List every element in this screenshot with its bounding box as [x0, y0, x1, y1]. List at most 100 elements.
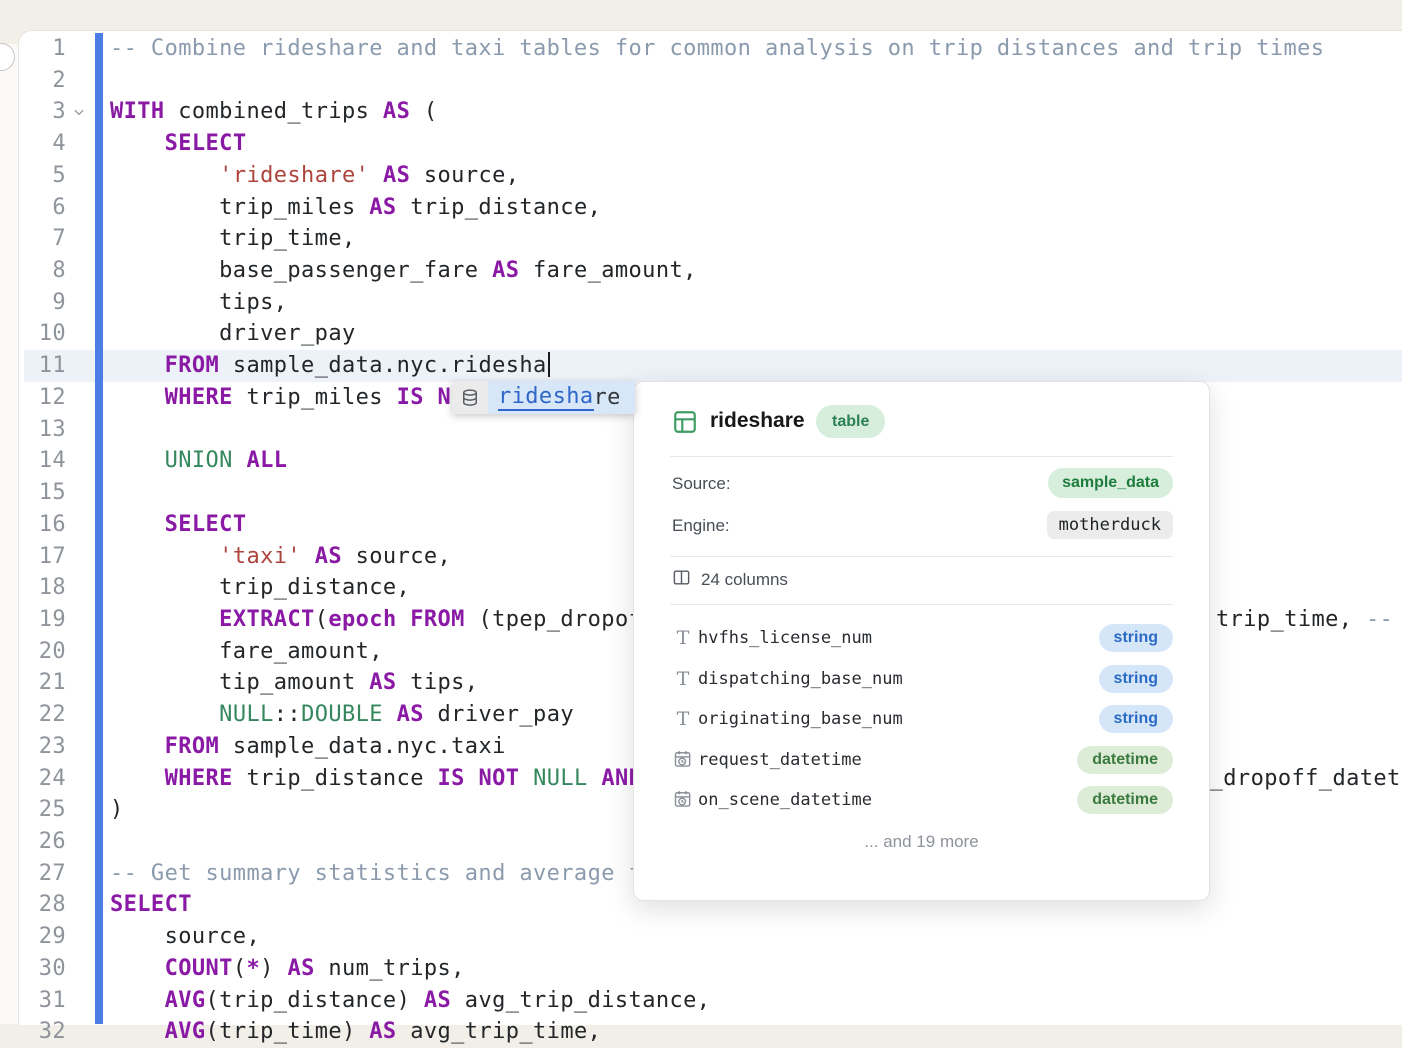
code-token: WITH	[110, 99, 165, 124]
line-number: 28	[0, 889, 66, 921]
code-token	[588, 766, 602, 791]
code-token: NULL	[533, 766, 588, 791]
code-line[interactable]: 3WITH combined_trips AS (	[0, 96, 1402, 128]
code-token: 'rideshare'	[219, 163, 369, 188]
code-text: fare_amount,	[110, 636, 383, 668]
code-token: AS	[383, 99, 410, 124]
line-number: 6	[0, 192, 66, 224]
code-token	[369, 163, 383, 188]
line-number: 11	[0, 350, 66, 382]
code-token: (	[315, 607, 329, 632]
autocomplete-suggestion-rideshare[interactable]: rideshare	[488, 381, 635, 414]
code-line[interactable]: 1-- Combine rideshare and taxi tables fo…	[0, 33, 1402, 65]
code-token: ALL	[246, 448, 287, 473]
code-line[interactable]: 29 source,	[0, 921, 1402, 953]
code-line[interactable]: 9 tips,	[0, 287, 1402, 319]
code-line[interactable]: 10 driver_pay	[0, 318, 1402, 350]
code-token	[110, 702, 219, 727]
code-line[interactable]: 2	[0, 65, 1402, 97]
line-number: 4	[0, 128, 66, 160]
code-line[interactable]: 31 AVG(trip_distance) AS avg_trip_distan…	[0, 985, 1402, 1017]
column-row: Toriginating_base_numstring	[634, 703, 1209, 739]
code-token: ::	[274, 702, 301, 727]
tooltip-table-title: rideshare	[710, 409, 805, 433]
code-line[interactable]: 6 trip_miles AS trip_distance,	[0, 192, 1402, 224]
line-number: 29	[0, 921, 66, 953]
line-number: 3	[0, 96, 66, 128]
line-number: 13	[0, 414, 66, 446]
line-number: 19	[0, 604, 66, 636]
code-line[interactable]: 32 AVG(trip_time) AS avg_trip_time,	[0, 1016, 1402, 1048]
code-text: SELECT	[110, 889, 192, 921]
line-number: 14	[0, 445, 66, 477]
line-number: 24	[0, 763, 66, 795]
column-row: Tdispatching_base_numstring	[634, 663, 1209, 699]
code-token: driver_pay	[110, 321, 356, 346]
code-token: DOUBLE	[301, 702, 383, 727]
source-label: Source:	[672, 474, 731, 494]
line-number: 17	[0, 541, 66, 573]
code-text: -- Combine rideshare and taxi tables for…	[110, 33, 1324, 65]
code-token: AVG	[165, 988, 206, 1013]
column-name: hvfhs_license_num	[698, 628, 872, 648]
text-icon: T	[672, 627, 694, 649]
code-token: AS	[424, 988, 451, 1013]
code-line[interactable]: 8 base_passenger_fare AS fare_amount,	[0, 255, 1402, 287]
code-text: trip_distance,	[110, 572, 410, 604]
code-token: AVG	[165, 1019, 206, 1044]
line-number: 23	[0, 731, 66, 763]
line-number: 10	[0, 318, 66, 350]
code-text: COUNT(*) AS num_trips,	[110, 953, 465, 985]
chevron-down-icon[interactable]	[72, 97, 86, 129]
line-number: 22	[0, 699, 66, 731]
line-number: 15	[0, 477, 66, 509]
code-line[interactable]: 5 'rideshare' AS source,	[0, 160, 1402, 192]
code-text: AVG(trip_time) AS avg_trip_time,	[110, 1016, 601, 1048]
code-token: tip_amount	[110, 670, 369, 695]
code-text: driver_pay	[110, 318, 356, 350]
code-token	[383, 702, 397, 727]
engine-label: Engine:	[672, 516, 730, 536]
code-token: NULL	[219, 702, 274, 727]
code-token: trip_distance	[233, 766, 438, 791]
code-token: fare_amount,	[519, 258, 696, 283]
code-token	[110, 734, 165, 759]
line-number: 7	[0, 223, 66, 255]
code-token: trip_miles	[233, 385, 397, 410]
code-line[interactable]: 30 COUNT(*) AS num_trips,	[0, 953, 1402, 985]
code-text: AVG(trip_distance) AS avg_trip_distance,	[110, 985, 710, 1017]
code-token: source,	[342, 544, 451, 569]
code-token: IS	[438, 766, 465, 791]
line-number: 25	[0, 794, 66, 826]
code-token: AS	[397, 702, 424, 727]
suggestion-matched-text: ridesha	[498, 384, 594, 411]
code-token: AS	[287, 956, 314, 981]
code-text: base_passenger_fare AS fare_amount,	[110, 255, 697, 287]
code-line[interactable]: 11 FROM sample_data.nyc.ridesha	[0, 350, 1402, 382]
code-token: sample_data.nyc.ridesha	[219, 353, 546, 378]
code-text: SELECT	[110, 509, 246, 541]
code-text: tip_amount AS tips,	[110, 667, 478, 699]
suggestion-rest-text: re	[594, 385, 621, 410]
code-token: trip_time,	[1216, 604, 1366, 636]
line-number: 20	[0, 636, 66, 668]
code-token: trip_miles	[110, 195, 369, 220]
code-token	[110, 988, 165, 1013]
code-token	[110, 353, 165, 378]
code-token	[110, 607, 219, 632]
code-line[interactable]: 7 trip_time,	[0, 223, 1402, 255]
code-token: *	[246, 956, 260, 981]
code-token: avg_trip_time,	[397, 1019, 602, 1044]
calendar-clock-icon	[672, 789, 694, 814]
code-text: source,	[110, 921, 260, 953]
code-token	[301, 544, 315, 569]
code-token: source,	[410, 163, 519, 188]
code-token: AS	[383, 163, 410, 188]
code-token	[397, 607, 411, 632]
code-line[interactable]: 4 SELECT	[0, 128, 1402, 160]
calendar-clock-icon	[672, 749, 694, 774]
code-token: epoch	[328, 607, 396, 632]
code-token: driver_pay	[424, 702, 574, 727]
engine-value-pill: motherduck	[1047, 511, 1173, 539]
code-text: trip_time,	[110, 223, 356, 255]
